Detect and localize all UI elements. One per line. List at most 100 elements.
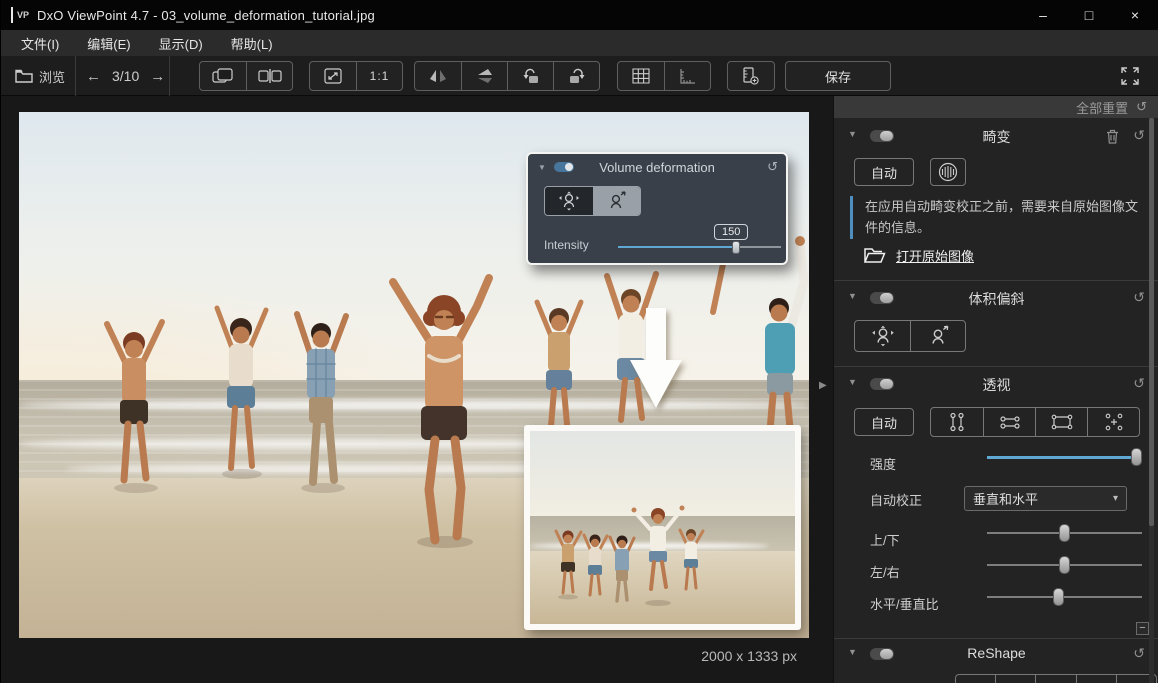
force-horizontal-button[interactable] <box>983 408 1035 436</box>
zoom-group: 1:1 <box>309 61 403 91</box>
perspective-auto-button[interactable]: 自动 <box>854 408 914 436</box>
save-button[interactable]: 保存 <box>785 61 891 91</box>
force-vertical-button[interactable] <box>931 408 983 436</box>
flip-vertical-button[interactable] <box>461 62 507 90</box>
volume-deformation-overlay-panel: ▼ Volume deformation ↺ <box>526 152 788 265</box>
zoom-100-button[interactable]: 1:1 <box>356 62 402 90</box>
toolbar-separator <box>75 56 76 96</box>
photo-viewport[interactable]: ▼ Volume deformation ↺ <box>19 112 809 638</box>
menu-help[interactable]: 帮助(L) <box>217 30 287 56</box>
rotate-right-button[interactable] <box>553 62 599 90</box>
toolbar: 浏览 ← 3/10 → <box>1 56 1158 96</box>
menu-file[interactable]: 文件(I) <box>7 30 73 56</box>
up-down-slider-handle[interactable] <box>1059 524 1070 542</box>
compare-before-after-button[interactable] <box>200 62 246 90</box>
fit-screen-icon <box>324 68 342 84</box>
guides-group <box>617 61 711 91</box>
open-folder-icon <box>864 247 886 264</box>
volume-diagonal-button <box>593 187 641 215</box>
compare-group <box>199 61 293 91</box>
inset-people-graphic <box>530 431 793 622</box>
corrections-panel: 全部重置 ↺ ▼ 畸变 ↺ 自动 在应用自动畸变校正之前，需要来自原始 <box>833 96 1158 683</box>
section-perspective-title: 透视 <box>834 375 1158 395</box>
measure-group <box>727 61 775 91</box>
panel-collapse-handle[interactable]: ▶ <box>819 380 827 391</box>
collapse-advanced-button[interactable]: − <box>1136 622 1149 635</box>
undo-icon[interactable]: ↺ <box>1133 645 1145 662</box>
left-right-slider-handle[interactable] <box>1059 556 1070 574</box>
undo-icon[interactable]: ↺ <box>1133 127 1145 144</box>
reset-all-button[interactable]: 全部重置 <box>1076 98 1128 117</box>
add-ruler-button[interactable] <box>728 62 774 90</box>
intensity-slider-handle <box>732 241 740 254</box>
app-window: VP DxO ViewPoint 4.7 - 03_volume_deforma… <box>0 0 1158 683</box>
menu-edit[interactable]: 编辑(E) <box>73 30 144 56</box>
browse-button[interactable]: 浏览 <box>9 61 71 91</box>
flip-vertical-icon <box>476 68 494 84</box>
hv-ratio-slider-handle[interactable] <box>1053 588 1064 606</box>
auto-correct-dropdown[interactable]: 垂直和水平 ▾ <box>964 486 1127 511</box>
menu-view[interactable]: 显示(D) <box>145 30 217 56</box>
next-image-button[interactable]: → <box>147 68 168 85</box>
open-original-image-link[interactable]: 打开原始图像 <box>864 246 974 265</box>
undo-icon[interactable]: ↺ <box>1133 289 1145 306</box>
section-volume-title: 体积偏斜 <box>834 289 1158 309</box>
left-right-slider[interactable] <box>987 556 1142 574</box>
trash-icon[interactable] <box>1106 129 1119 144</box>
grid-button[interactable] <box>618 62 664 90</box>
ruler-button[interactable] <box>664 62 710 90</box>
lens-distortion-icon <box>937 162 959 182</box>
section-divider <box>834 638 1158 639</box>
strength-slider-handle[interactable] <box>1131 448 1142 466</box>
auto-correct-row: 垂直和水平 ▾ <box>834 486 1158 511</box>
undo-icon: ↺ <box>767 159 778 175</box>
distortion-auto-button[interactable]: 自动 <box>854 158 914 186</box>
person-diagonal-icon <box>603 190 629 212</box>
maximize-button[interactable]: □ <box>1066 0 1112 30</box>
flip-horizontal-button[interactable] <box>415 62 461 90</box>
force-rectangle-button[interactable] <box>1035 408 1087 436</box>
reset-all-row: 全部重置 ↺ <box>834 96 1158 118</box>
image-dimensions-status: 2000 x 1333 px <box>701 648 797 664</box>
undo-icon[interactable]: ↺ <box>1133 375 1145 392</box>
intensity-value-badge: 150 <box>714 224 748 240</box>
section-reshape-header: ▼ ReShape ↺ <box>834 642 1158 666</box>
person-arrows-icon <box>556 190 582 212</box>
ruler-plus-icon <box>741 67 761 85</box>
close-button[interactable]: × <box>1112 0 1158 30</box>
main-area: ▼ Volume deformation ↺ <box>1 96 1158 683</box>
strength-slider[interactable] <box>987 448 1142 466</box>
fit-to-screen-button[interactable] <box>310 62 356 90</box>
prev-image-button[interactable]: ← <box>83 68 104 85</box>
undo-icon[interactable]: ↺ <box>1136 99 1147 115</box>
section-volume-header: ▼ 体积偏斜 ↺ <box>834 286 1158 310</box>
up-down-slider[interactable] <box>987 524 1142 542</box>
split-compare-button[interactable] <box>246 62 292 90</box>
intensity-label: Intensity <box>544 238 589 252</box>
volume-spherical-button <box>545 187 593 215</box>
minimize-button[interactable]: – <box>1020 0 1066 30</box>
distortion-lens-button[interactable] <box>930 158 966 186</box>
split-compare-icon <box>258 69 282 83</box>
left-right-label: 左/右 <box>870 562 900 581</box>
eight-points-button[interactable] <box>1087 408 1139 436</box>
fullscreen-button[interactable] <box>1119 61 1141 91</box>
volume-diagonal-button[interactable] <box>910 321 965 351</box>
eight-points-icon <box>1102 412 1126 432</box>
browse-label: 浏览 <box>39 67 65 86</box>
person-arrows-icon <box>869 324 897 348</box>
vertical-parallels-icon <box>946 412 968 432</box>
chevron-down-icon: ▾ <box>1113 493 1118 504</box>
title-bar: VP DxO ViewPoint 4.7 - 03_volume_deforma… <box>1 0 1158 30</box>
volume-spherical-button[interactable] <box>855 321 910 351</box>
horizontal-parallels-icon <box>999 412 1021 432</box>
up-down-label: 上/下 <box>870 530 900 549</box>
reshape-tool-buttons[interactable] <box>955 674 1157 683</box>
hv-ratio-slider[interactable] <box>987 588 1142 606</box>
panel-scrollbar[interactable] <box>1149 118 1154 683</box>
image-canvas: ▼ Volume deformation ↺ <box>1 96 833 683</box>
transform-group <box>414 61 600 91</box>
rotate-left-button[interactable] <box>507 62 553 90</box>
overlay-mode-buttons <box>544 186 641 216</box>
panel-scrollbar-thumb[interactable] <box>1149 118 1154 526</box>
